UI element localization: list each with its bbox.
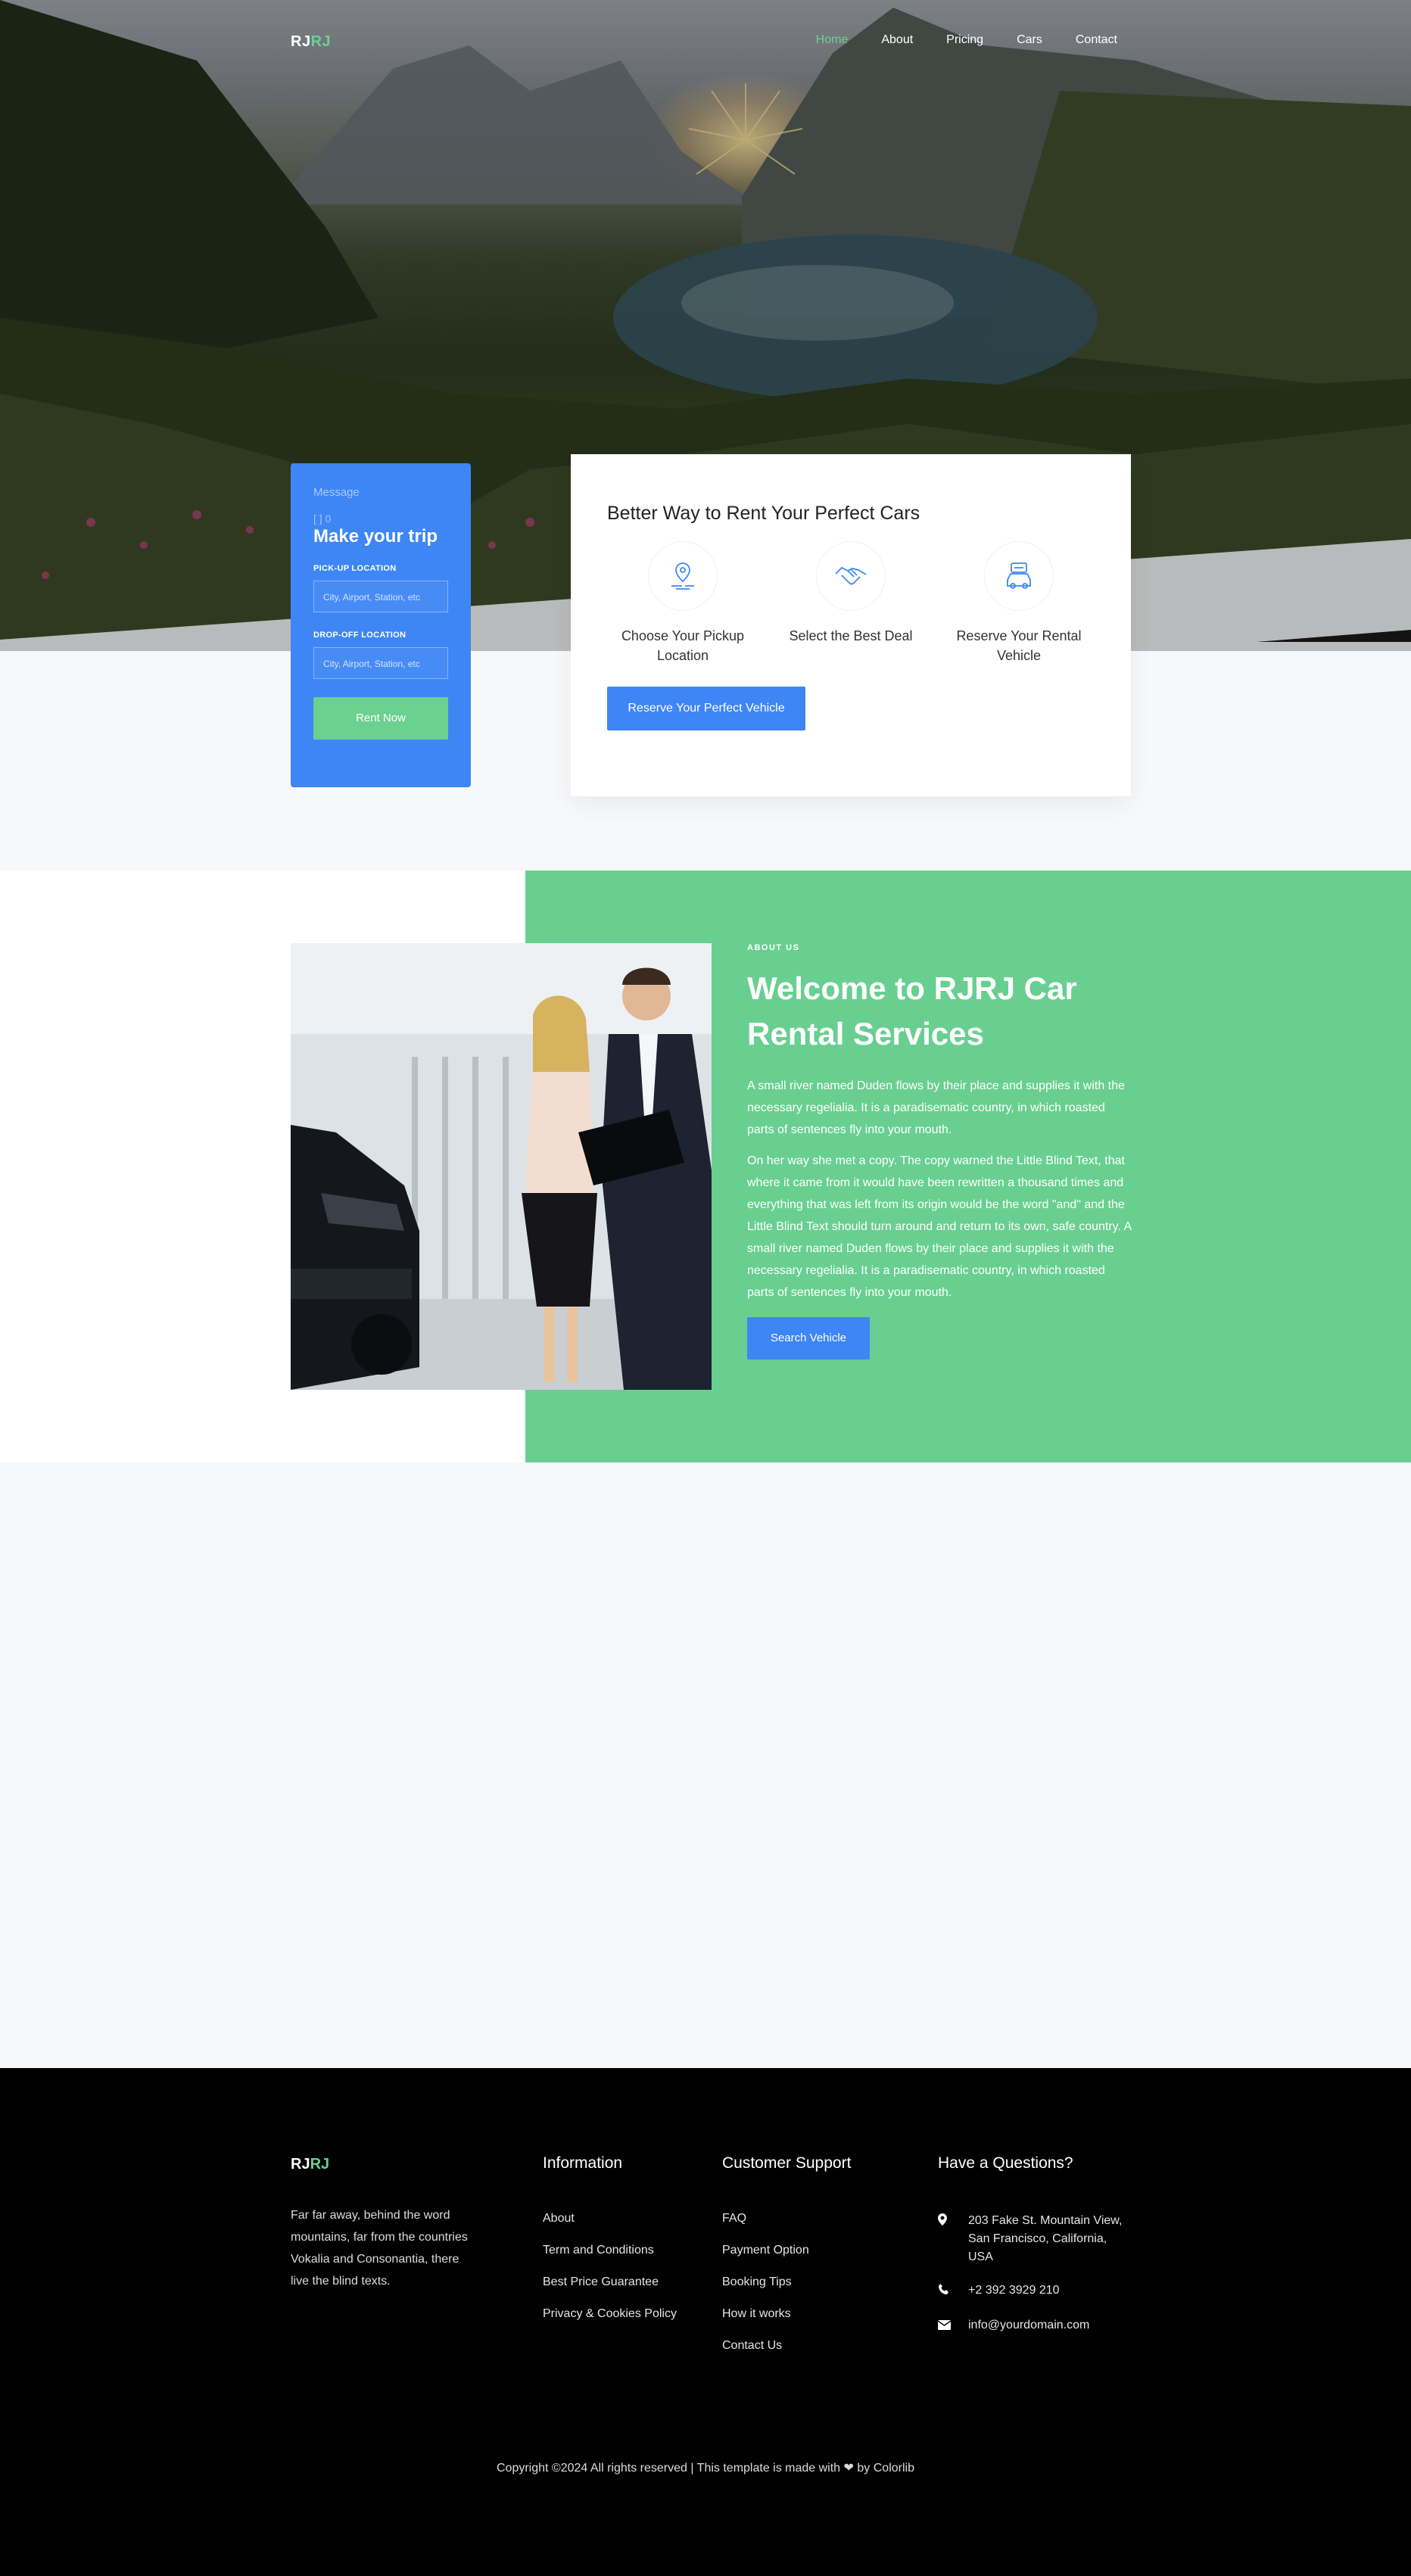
- footer-information: Information About Term and Conditions Be…: [543, 2154, 677, 2339]
- map-pin-route-icon: [648, 541, 718, 611]
- footer-description: Far far away, behind the word mountains,…: [291, 2209, 468, 2288]
- car-reservation-icon: [984, 541, 1054, 611]
- rent-now-button[interactable]: Rent Now: [313, 697, 448, 740]
- footer-email[interactable]: info@yourdomain.com: [937, 2316, 1135, 2336]
- footer-address-text: 203 Fake St. Mountain View, San Francisc…: [968, 2214, 1123, 2263]
- footer-phone-text: +2 392 3929 210: [968, 2284, 1060, 2297]
- footer-email-text: info@yourdomain.com: [968, 2319, 1090, 2331]
- pickup-input[interactable]: City, Airport, Station, etc: [313, 581, 448, 612]
- about-photo: [291, 943, 712, 1390]
- footer-link-faq[interactable]: FAQ: [722, 2212, 851, 2226]
- footer-link-about[interactable]: About: [543, 2212, 677, 2226]
- footer-address: 203 Fake St. Mountain View, San Francisc…: [938, 2212, 1135, 2266]
- service-step-reserve: Reserve Your Rental Vehicle: [943, 541, 1095, 665]
- footer-contact-title: Have a Questions?: [938, 2154, 1073, 2172]
- service-card: Better Way to Rent Your Perfect Cars Cho…: [571, 454, 1131, 796]
- about-title: Welcome to RJRJ Car Rental Services: [747, 970, 1077, 1051]
- dropoff-label: DROP-OFF LOCATION: [313, 631, 406, 640]
- about-content: ABOUT US Welcome to RJRJ Car Rental Serv…: [747, 943, 1133, 1360]
- site-logo[interactable]: RJRJ: [291, 33, 331, 51]
- message-text: Message: [313, 486, 360, 499]
- service-title: Better Way to Rent Your Perfect Cars: [607, 503, 920, 524]
- service-step-pickup: Choose Your Pickup Location: [607, 541, 758, 665]
- site-footer: RJRJ Far far away, behind the word mount…: [0, 2068, 1411, 2576]
- service-steps: Choose Your Pickup Location Select the B…: [607, 541, 1095, 665]
- mini-placeholder: [ ] 0: [313, 512, 332, 525]
- footer-logo[interactable]: RJRJ: [291, 2156, 329, 2173]
- map-marker-icon: [938, 2212, 953, 2266]
- nav-cars[interactable]: Cars: [1017, 33, 1042, 47]
- footer-link-booking-tips[interactable]: Booking Tips: [722, 2275, 851, 2289]
- service-step-label: Choose Your Pickup Location: [621, 628, 745, 663]
- handshake-icon: [816, 541, 886, 611]
- footer-link-contact[interactable]: Contact Us: [722, 2339, 851, 2353]
- footer-link-best-price[interactable]: Best Price Guarantee: [543, 2275, 677, 2289]
- dropoff-input[interactable]: City, Airport, Station, etc: [313, 647, 448, 679]
- footer-link-terms[interactable]: Term and Conditions: [543, 2244, 677, 2257]
- about-paragraph-1: A small river named Duden flows by their…: [747, 1079, 1125, 1136]
- service-step-label: Reserve Your Rental Vehicle: [956, 628, 1082, 663]
- main-nav: Home About Pricing Cars Contact: [816, 33, 1117, 47]
- footer-info-title: Information: [543, 2154, 623, 2172]
- nav-contact[interactable]: Contact: [1076, 33, 1117, 47]
- colorlib-link[interactable]: by Colorlib: [857, 2462, 914, 2475]
- copyright: Copyright ©2024 All rights reserved | Th…: [497, 2462, 914, 2475]
- nav-pricing[interactable]: Pricing: [946, 33, 983, 47]
- about-kicker: ABOUT US: [747, 943, 800, 952]
- footer-link-how-it-works[interactable]: How it works: [722, 2307, 851, 2321]
- reserve-vehicle-button[interactable]: Reserve Your Perfect Vehicle: [607, 687, 805, 730]
- phone-icon: [938, 2282, 953, 2301]
- nav-about[interactable]: About: [881, 33, 913, 47]
- pickup-label: PICK-UP LOCATION: [313, 564, 397, 573]
- trip-booking-form: Message [ ] 0 Make your trip PICK-UP LOC…: [291, 463, 471, 787]
- about-paragraph-2: On her way she met a copy. The copy warn…: [747, 1154, 1132, 1299]
- footer-link-payment[interactable]: Payment Option: [722, 2244, 851, 2257]
- footer-link-privacy[interactable]: Privacy & Cookies Policy: [543, 2307, 677, 2321]
- service-step-label: Select the Best Deal: [789, 628, 913, 643]
- nav-home[interactable]: Home: [816, 33, 849, 47]
- service-step-deal: Select the Best Deal: [775, 541, 927, 665]
- footer-phone[interactable]: +2 392 3929 210: [938, 2282, 1135, 2301]
- search-vehicle-button[interactable]: Search Vehicle: [747, 1317, 870, 1360]
- envelope-icon: [937, 2316, 953, 2336]
- footer-contact: Have a Questions? 203 Fake St. Mountain …: [937, 2154, 1135, 2351]
- booking-title: Make your trip: [313, 526, 438, 547]
- heart-icon: ❤: [843, 2462, 854, 2475]
- footer-customer-support: Customer Support FAQ Payment Option Book…: [722, 2154, 851, 2371]
- footer-support-title: Customer Support: [722, 2154, 852, 2172]
